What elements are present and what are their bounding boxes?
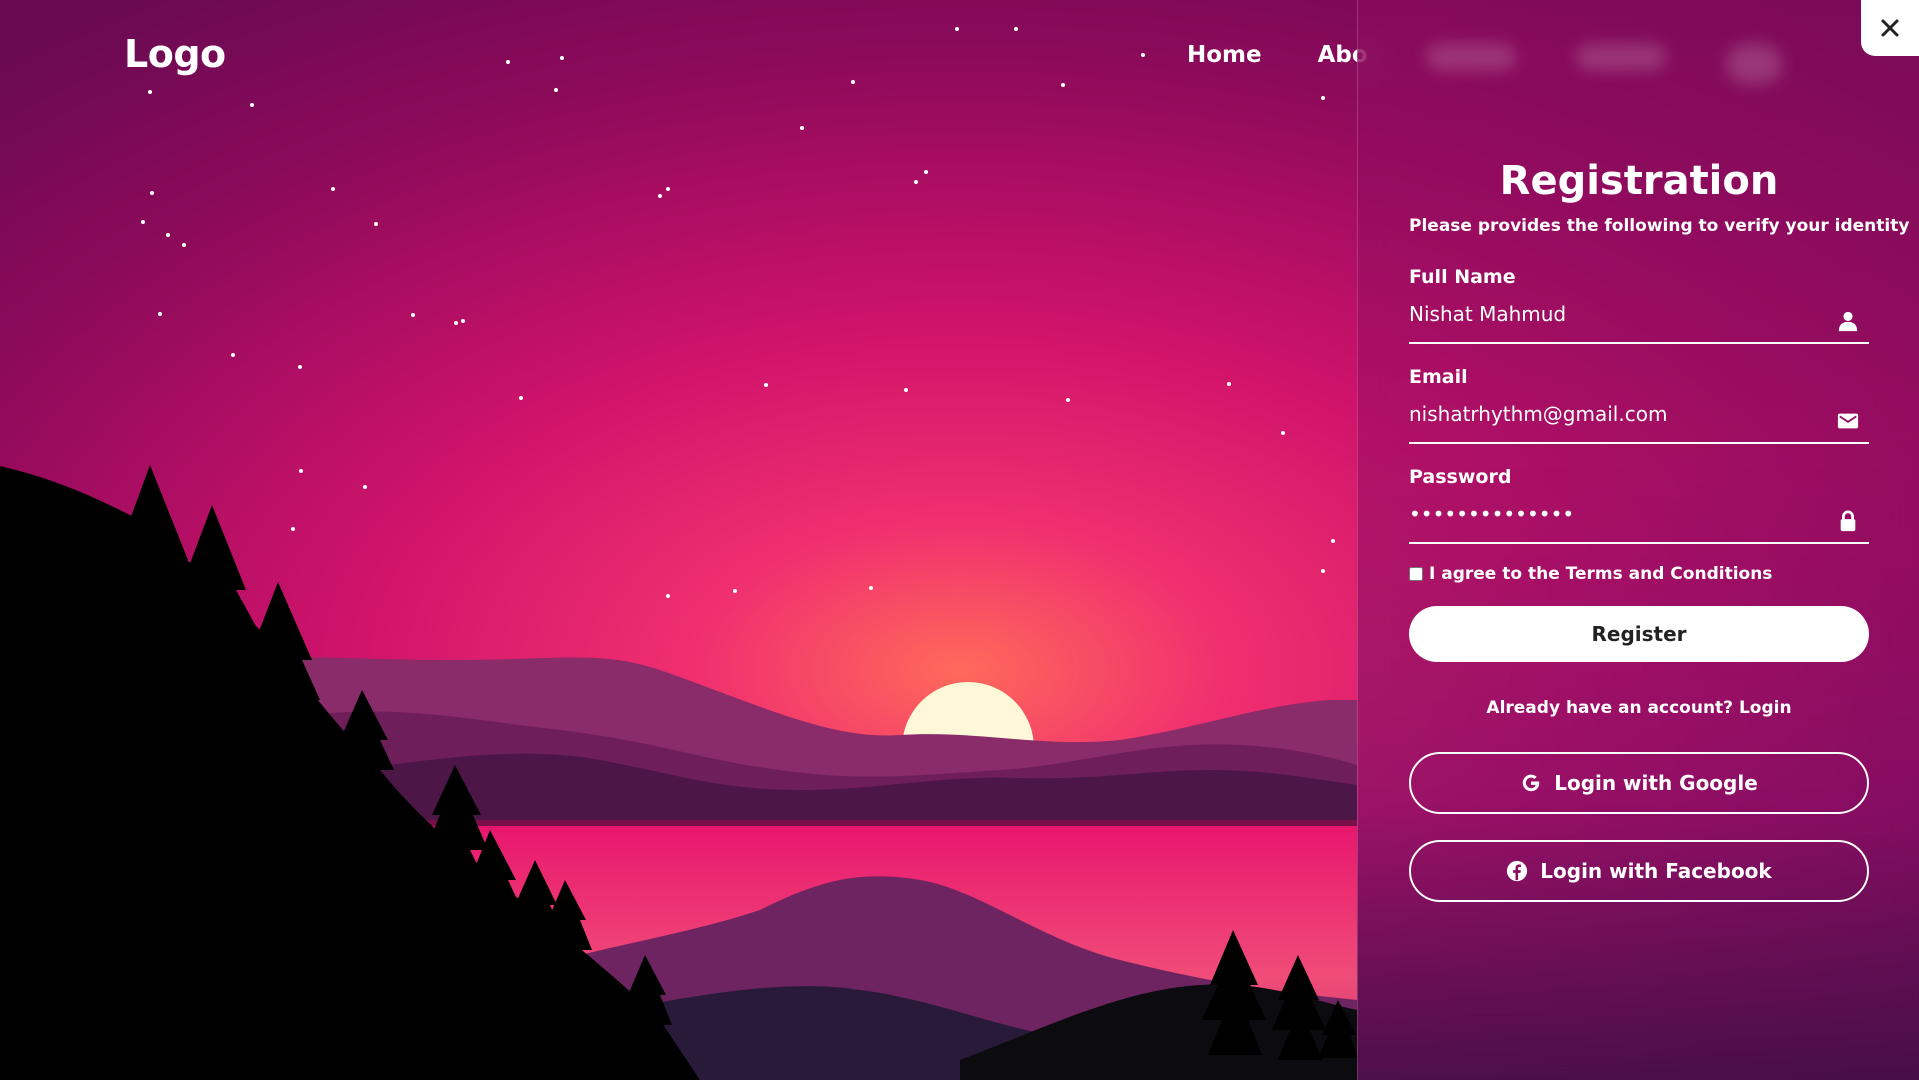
lock-icon bbox=[1837, 510, 1859, 532]
logo[interactable]: Logo bbox=[124, 32, 226, 76]
mail-icon bbox=[1837, 410, 1859, 432]
email-label: Email bbox=[1409, 366, 1468, 388]
form-title: Registration bbox=[1499, 158, 1779, 204]
close-button[interactable] bbox=[1861, 0, 1919, 56]
form-subtitle: Please provides the following to verify … bbox=[1409, 216, 1910, 236]
registration-form: Registration Please provides the followi… bbox=[1409, 158, 1910, 928]
password-label: Password bbox=[1409, 466, 1512, 488]
blurred-nav-items bbox=[1426, 44, 1782, 84]
login-with-facebook-button[interactable]: Login with Facebook bbox=[1409, 840, 1869, 902]
blurred-nav-item bbox=[1426, 44, 1516, 70]
nav-home-link[interactable]: Home bbox=[1187, 42, 1262, 68]
terms-checkbox[interactable] bbox=[1409, 567, 1423, 581]
terms-agreement: I agree to the Terms and Conditions bbox=[1409, 564, 1869, 584]
already-account-label: Already have an account? bbox=[1486, 698, 1734, 718]
email-input[interactable] bbox=[1409, 398, 1869, 444]
close-icon bbox=[1881, 19, 1899, 37]
full-name-label: Full Name bbox=[1409, 266, 1516, 288]
blurred-nav-item bbox=[1726, 44, 1782, 84]
facebook-icon bbox=[1507, 860, 1528, 882]
main-nav: Home Abo bbox=[1187, 42, 1368, 68]
login-link[interactable]: Login bbox=[1739, 698, 1792, 718]
registration-panel: Registration Please provides the followi… bbox=[1357, 0, 1919, 1080]
already-account-text: Already have an account? Login bbox=[1409, 698, 1869, 718]
email-field: Email bbox=[1409, 366, 1869, 444]
full-name-input[interactable] bbox=[1409, 298, 1869, 344]
password-field: Password bbox=[1409, 466, 1869, 544]
facebook-button-label: Login with Facebook bbox=[1540, 859, 1772, 883]
google-icon bbox=[1522, 774, 1540, 792]
google-button-label: Login with Google bbox=[1554, 771, 1758, 795]
register-button[interactable]: Register bbox=[1409, 606, 1869, 662]
user-icon bbox=[1837, 310, 1859, 332]
terms-label: I agree to the Terms and Conditions bbox=[1429, 564, 1773, 584]
login-with-google-button[interactable]: Login with Google bbox=[1409, 752, 1869, 814]
blurred-nav-item bbox=[1576, 44, 1666, 70]
full-name-field: Full Name bbox=[1409, 266, 1869, 344]
password-input[interactable] bbox=[1409, 498, 1869, 544]
